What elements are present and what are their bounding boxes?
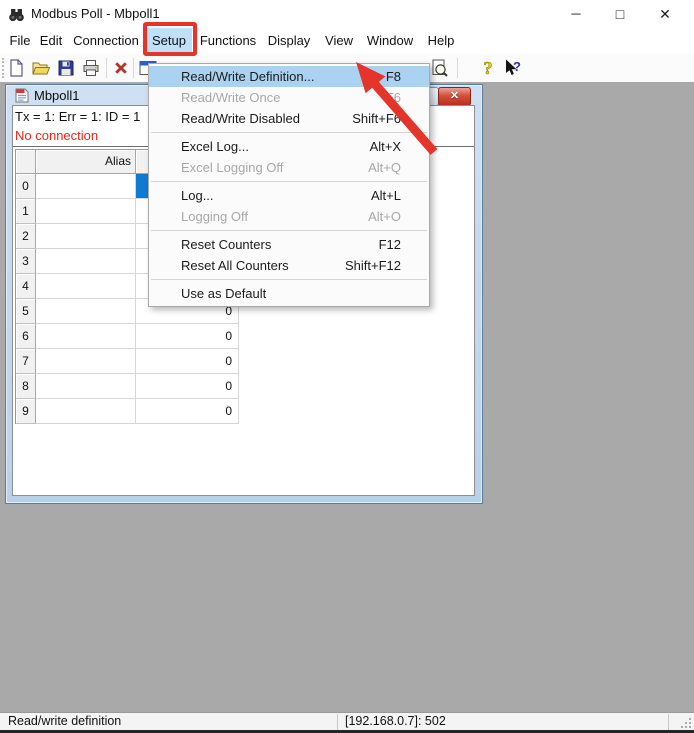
close-button[interactable]: ✕: [644, 0, 686, 28]
row-header-corner: [16, 150, 36, 174]
print-icon[interactable]: [81, 58, 101, 78]
menu-item-reset-counters[interactable]: Reset Counters F12: [149, 234, 429, 255]
resize-grip[interactable]: [680, 717, 692, 729]
alias-cell[interactable]: [36, 274, 136, 299]
row-number: 6: [16, 324, 36, 349]
menubar-item-view[interactable]: View: [320, 28, 358, 54]
value-cell[interactable]: 0: [136, 374, 239, 399]
svg-text:?: ?: [484, 58, 493, 78]
alias-cell[interactable]: [36, 174, 136, 199]
toolbar-separator: [106, 58, 107, 78]
setup-menu-popup: Read/Write Definition... F8 Read/Write O…: [148, 63, 430, 307]
alias-cell[interactable]: [36, 249, 136, 274]
about-icon[interactable]: ?: [478, 58, 498, 78]
menu-item-excel-logging-off[interactable]: Excel Logging Off Alt+Q: [149, 157, 429, 178]
menubar-item-functions[interactable]: Functions: [196, 28, 260, 54]
value-cell[interactable]: 0: [136, 399, 239, 424]
menu-separator: [151, 279, 427, 280]
menu-bar: File Edit Connection Setup Functions Dis…: [0, 28, 694, 54]
menu-separator: [151, 181, 427, 182]
menubar-item-display[interactable]: Display: [262, 28, 316, 54]
modbus-poll-window: Modbus Poll - Mbpoll1 ─ □ ✕ File Edit Co…: [0, 0, 694, 733]
menubar-item-help[interactable]: Help: [424, 28, 458, 54]
menu-separator: [151, 132, 427, 133]
binoculars-app-icon: [8, 6, 25, 23]
child-close-icon[interactable]: ✕: [438, 87, 471, 106]
menubar-item-setup[interactable]: Setup: [146, 28, 192, 54]
document-icon: [15, 88, 29, 103]
menu-item-excel-log[interactable]: Excel Log... Alt+X: [149, 136, 429, 157]
menu-item-read-write-disabled[interactable]: Read/Write Disabled Shift+F6: [149, 108, 429, 129]
minimize-button[interactable]: ─: [558, 0, 594, 28]
status-bar: Read/write definition [192.168.0.7]: 502: [0, 712, 694, 733]
open-file-icon[interactable]: [31, 58, 51, 78]
row-number: 7: [16, 349, 36, 374]
svg-text:?: ?: [513, 59, 521, 74]
menubar-item-file[interactable]: File: [6, 28, 34, 54]
save-file-icon[interactable]: [56, 58, 76, 78]
value-cell[interactable]: 0: [136, 324, 239, 349]
row-number: 2: [16, 224, 36, 249]
menubar-item-window[interactable]: Window: [362, 28, 418, 54]
menu-item-log[interactable]: Log... Alt+L: [149, 185, 429, 206]
status-message: Read/write definition: [8, 713, 121, 730]
menu-item-use-as-default[interactable]: Use as Default: [149, 283, 429, 304]
alias-cell[interactable]: [36, 224, 136, 249]
window-title: Modbus Poll - Mbpoll1: [31, 0, 160, 28]
row-number: 1: [16, 199, 36, 224]
menubar-item-connection[interactable]: Connection: [70, 28, 142, 54]
menu-separator: [151, 230, 427, 231]
table-row: 6 0: [16, 324, 239, 349]
row-number: 4: [16, 274, 36, 299]
maximize-button[interactable]: □: [602, 0, 638, 28]
connection-address: [192.168.0.7]: 502: [345, 713, 446, 730]
table-row: 8 0: [16, 374, 239, 399]
toolbar-separator: [457, 58, 458, 78]
row-number: 5: [16, 299, 36, 324]
alias-cell[interactable]: [36, 374, 136, 399]
menu-item-logging-off[interactable]: Logging Off Alt+O: [149, 206, 429, 227]
title-bar: Modbus Poll - Mbpoll1 ─ □ ✕: [0, 0, 694, 28]
menu-item-read-write-once[interactable]: Read/Write Once F6: [149, 87, 429, 108]
row-number: 0: [16, 174, 36, 199]
table-row: 9 0: [16, 399, 239, 424]
context-help-icon[interactable]: ?: [503, 58, 523, 78]
statusbar-separator: [668, 714, 669, 730]
table-row: 7 0: [16, 349, 239, 374]
statusbar-separator: [337, 714, 338, 730]
menu-item-reset-all-counters[interactable]: Reset All Counters Shift+F12: [149, 255, 429, 276]
alias-cell[interactable]: [36, 349, 136, 374]
menubar-item-edit[interactable]: Edit: [36, 28, 66, 54]
alias-cell[interactable]: [36, 199, 136, 224]
print-preview-icon[interactable]: [429, 58, 449, 78]
value-cell[interactable]: 0: [136, 349, 239, 374]
menu-item-read-write-definition[interactable]: Read/Write Definition... F8: [149, 66, 429, 87]
alias-cell[interactable]: [36, 324, 136, 349]
toolbar-separator: [133, 58, 134, 78]
alias-column-header[interactable]: Alias: [36, 150, 136, 174]
cancel-icon[interactable]: [111, 58, 131, 78]
alias-cell[interactable]: [36, 299, 136, 324]
alias-cell[interactable]: [36, 399, 136, 424]
row-number: 9: [16, 399, 36, 424]
row-number: 8: [16, 374, 36, 399]
child-window-title: Mbpoll1: [34, 86, 80, 105]
new-file-icon[interactable]: [6, 58, 26, 78]
row-number: 3: [16, 249, 36, 274]
